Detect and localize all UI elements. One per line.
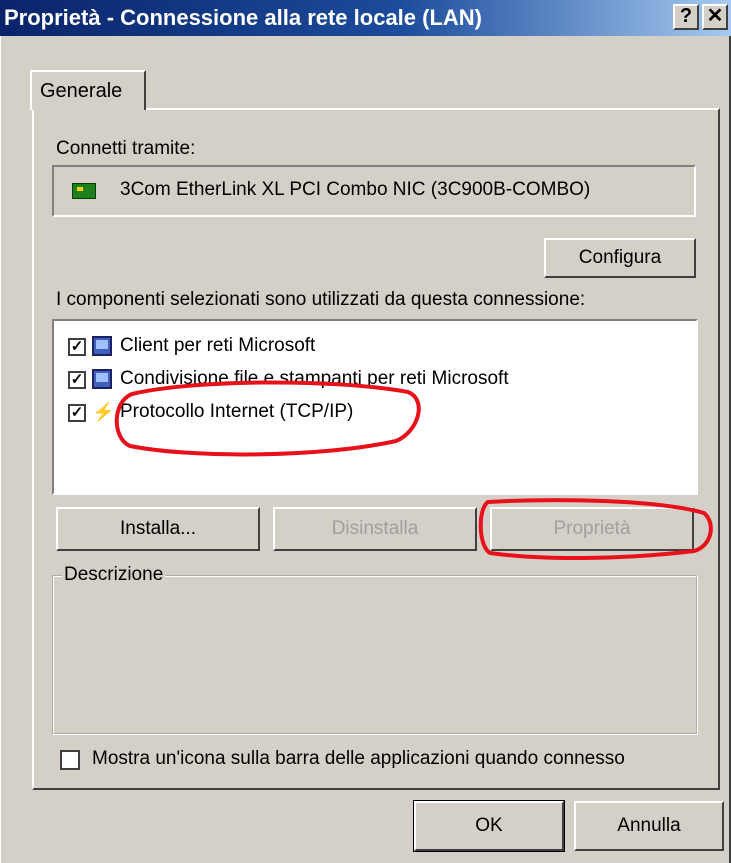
item-label: Client per reti Microsoft bbox=[120, 335, 316, 356]
computer-icon bbox=[92, 336, 112, 356]
help-button[interactable]: ? bbox=[673, 4, 699, 30]
network-protocol-icon: ⚡ bbox=[92, 402, 115, 422]
tab-label: Generale bbox=[40, 80, 123, 102]
checkbox-client[interactable]: ✓ bbox=[68, 338, 86, 356]
configure-button[interactable]: Configura bbox=[544, 238, 696, 278]
components-label: I componenti selezionati sono utilizzati… bbox=[56, 289, 586, 310]
install-button[interactable]: Installa... bbox=[56, 507, 260, 551]
title-bar[interactable]: Proprietà - Connessione alla rete locale… bbox=[0, 0, 731, 36]
show-icon-checkbox[interactable] bbox=[60, 750, 80, 770]
ok-button[interactable]: OK bbox=[413, 800, 565, 852]
properties-button[interactable]: Proprietà bbox=[490, 507, 694, 551]
components-list[interactable]: ✓ Client per reti Microsoft ✓ Condivisio… bbox=[52, 319, 698, 495]
adapter-field: 3Com EtherLink XL PCI Combo NIC (3C900B-… bbox=[52, 165, 696, 217]
cancel-button[interactable]: Annulla bbox=[574, 801, 724, 851]
connect-label: Connetti tramite: bbox=[56, 138, 196, 159]
window-title: Proprietà - Connessione alla rete locale… bbox=[4, 5, 483, 30]
item-label: Protocollo Internet (TCP/IP) bbox=[120, 401, 354, 422]
description-groupbox bbox=[52, 575, 698, 735]
item-label: Condivisione file e stampanti per reti M… bbox=[120, 368, 509, 389]
description-label: Descrizione bbox=[62, 564, 166, 586]
adapter-name: 3Com EtherLink XL PCI Combo NIC (3C900B-… bbox=[120, 179, 591, 200]
computer-icon bbox=[92, 369, 112, 389]
checkbox-tcpip[interactable]: ✓ bbox=[68, 404, 86, 422]
close-button[interactable]: ✕ bbox=[702, 4, 728, 30]
network-card-icon bbox=[72, 183, 96, 199]
tab-generale[interactable]: Generale bbox=[30, 70, 146, 110]
uninstall-button[interactable]: Disinstalla bbox=[273, 507, 477, 551]
show-icon-label: Mostra un'icona sulla barra delle applic… bbox=[92, 748, 625, 769]
checkbox-file-sharing[interactable]: ✓ bbox=[68, 371, 86, 389]
